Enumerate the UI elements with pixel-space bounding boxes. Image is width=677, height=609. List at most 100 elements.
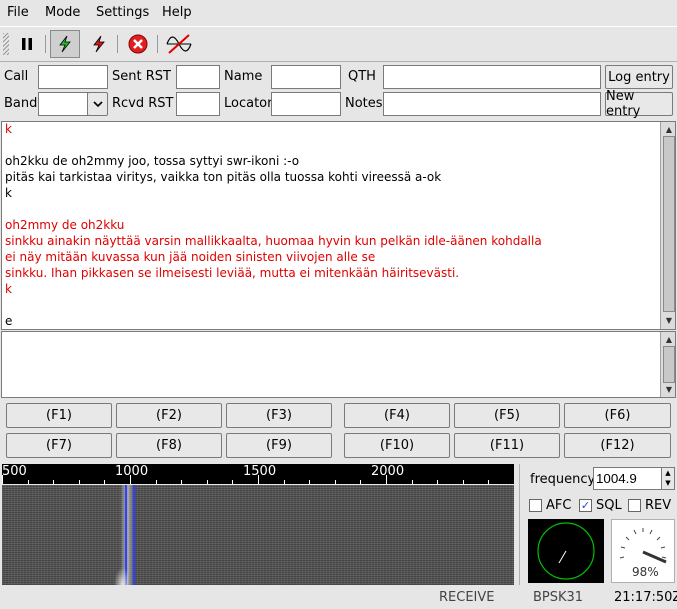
afc-checkbox[interactable] (529, 499, 542, 512)
pause-button[interactable] (12, 30, 42, 58)
afc-label: AFC (546, 498, 572, 513)
call-label: Call (4, 69, 29, 84)
spin-down-icon[interactable]: ▼ (662, 478, 674, 488)
ruler-tick (335, 480, 336, 484)
ruler-tick (360, 480, 361, 484)
log-entry-button[interactable]: Log entry (605, 65, 673, 89)
menu-bar: File Mode Settings Help (0, 0, 677, 26)
macro-f2-button[interactable]: (F2) (116, 403, 222, 428)
macro-f1-button[interactable]: (F1) (6, 403, 112, 428)
menu-settings[interactable]: Settings (96, 5, 149, 20)
new-entry-button[interactable]: New entry (605, 89, 673, 119)
ruler-tick (437, 480, 438, 484)
spin-up-icon[interactable]: ▲ (662, 468, 674, 478)
rx-text-area[interactable]: k oh2kku de oh2mmy joo, tossa syttyi swr-… (1, 121, 676, 330)
macro-f10-button[interactable]: (F10) (344, 433, 450, 458)
rx-text-line: pitäs kai tarkistaa viritys, vaikka ton … (5, 170, 442, 184)
phase-scope (528, 519, 604, 583)
frequency-ruler[interactable]: 500 1000 1500 2000 (2, 464, 514, 484)
toolbar-separator (157, 35, 158, 53)
status-state: RECEIVE (439, 590, 495, 605)
signal-blob (114, 567, 128, 585)
sql-label: SQL (596, 498, 622, 513)
band-label: Band (4, 96, 38, 111)
band-field[interactable] (38, 92, 88, 116)
rx-scrollbar[interactable]: ▲ ▼ (660, 122, 675, 329)
cursor-right-line (133, 485, 135, 585)
rx-text-line: ei näy mitään kuvassa kun jää noiden sin… (5, 250, 376, 264)
ruler-tick (2, 475, 3, 484)
ruler-tick (463, 480, 464, 484)
toolbar-separator (117, 35, 118, 53)
frequency-spinner[interactable]: ▲ ▼ (661, 467, 675, 490)
tx-scroll-thumb[interactable] (663, 346, 675, 383)
sql-checkbox-group[interactable]: ✓ SQL (579, 498, 622, 513)
macro-f11-button[interactable]: (F11) (454, 433, 560, 458)
transmit-button[interactable] (50, 30, 80, 58)
rx-text-line: sinkku. Ihan pikkasen se ilmeisesti levi… (5, 266, 460, 280)
qth-field[interactable] (383, 65, 601, 89)
ruler-tick (53, 480, 54, 484)
rx-text-line: k (5, 122, 12, 136)
status-mode: BPSK31 (533, 590, 584, 605)
waterfall-display[interactable] (2, 485, 514, 585)
ruler-tick (232, 480, 233, 484)
ruler-tick (258, 475, 259, 484)
menu-file[interactable]: File (7, 5, 29, 20)
tune-button[interactable] (163, 30, 195, 58)
green-lightning-icon (59, 35, 71, 53)
call-field[interactable] (38, 65, 108, 89)
name-field[interactable] (271, 65, 341, 89)
macro-f6-button[interactable]: (F6) (564, 403, 671, 428)
menu-help[interactable]: Help (162, 5, 192, 20)
rev-checkbox[interactable] (628, 499, 641, 512)
cancel-circle-icon (128, 34, 148, 54)
afc-checkbox-group[interactable]: AFC (529, 498, 571, 513)
sent-rst-field[interactable] (176, 65, 220, 89)
stop-transmit-button[interactable] (84, 30, 114, 58)
chevron-down-icon (92, 101, 103, 108)
notes-field[interactable] (383, 92, 601, 116)
rcvd-rst-label: Rcvd RST (112, 96, 174, 111)
toolbar-grip[interactable] (3, 33, 9, 55)
macro-f9-button[interactable]: (F9) (226, 433, 332, 458)
ruler-tick (104, 480, 105, 484)
tx-text-area[interactable]: ▲ ▼ (1, 331, 676, 398)
scroll-down-arrow-icon[interactable]: ▼ (662, 314, 675, 327)
rx-scroll-thumb[interactable] (663, 136, 675, 312)
sql-checkbox[interactable]: ✓ (579, 499, 592, 512)
ruler-tick (309, 480, 310, 484)
scroll-down-arrow-icon[interactable]: ▼ (662, 383, 675, 396)
ruler-ticks (2, 464, 514, 484)
red-lightning-icon (93, 35, 105, 53)
squelch-meter[interactable]: 98% (611, 519, 675, 583)
frequency-field[interactable] (593, 467, 662, 490)
notes-label: Notes (345, 96, 383, 111)
scroll-up-arrow-icon[interactable]: ▲ (662, 123, 675, 136)
pause-icon (22, 38, 32, 50)
menu-mode[interactable]: Mode (45, 5, 80, 20)
scroll-up-arrow-icon[interactable]: ▲ (662, 333, 675, 346)
tx-scrollbar[interactable]: ▲ ▼ (660, 332, 675, 397)
rx-text-line: oh2mmy de oh2kku (5, 218, 125, 232)
rx-text-line: sinkku ainakin näyttää varsin mallikkaal… (5, 234, 542, 248)
ruler-tick (488, 480, 489, 484)
macro-f12-button[interactable]: (F12) (564, 433, 671, 458)
macro-f7-button[interactable]: (F7) (6, 433, 112, 458)
name-label: Name (224, 69, 263, 84)
macro-f3-button[interactable]: (F3) (226, 403, 332, 428)
rev-checkbox-group[interactable]: REV (628, 498, 671, 513)
macro-f8-button[interactable]: (F8) (116, 433, 222, 458)
toolbar-separator (45, 35, 46, 53)
ruler-tick (79, 480, 80, 484)
band-dropdown-button[interactable] (87, 92, 108, 116)
macro-f5-button[interactable]: (F5) (454, 403, 560, 428)
status-time: 21:17:50Z (614, 590, 677, 605)
rx-text-line: oh2kku de oh2mmy joo, tossa syttyi swr-i… (5, 154, 300, 168)
rcvd-rst-field[interactable] (176, 92, 220, 116)
qth-label: QTH (348, 69, 376, 84)
macro-f4-button[interactable]: (F4) (344, 403, 450, 428)
locator-field[interactable] (271, 92, 341, 116)
abort-button[interactable] (123, 30, 153, 58)
ruler-tick (284, 480, 285, 484)
